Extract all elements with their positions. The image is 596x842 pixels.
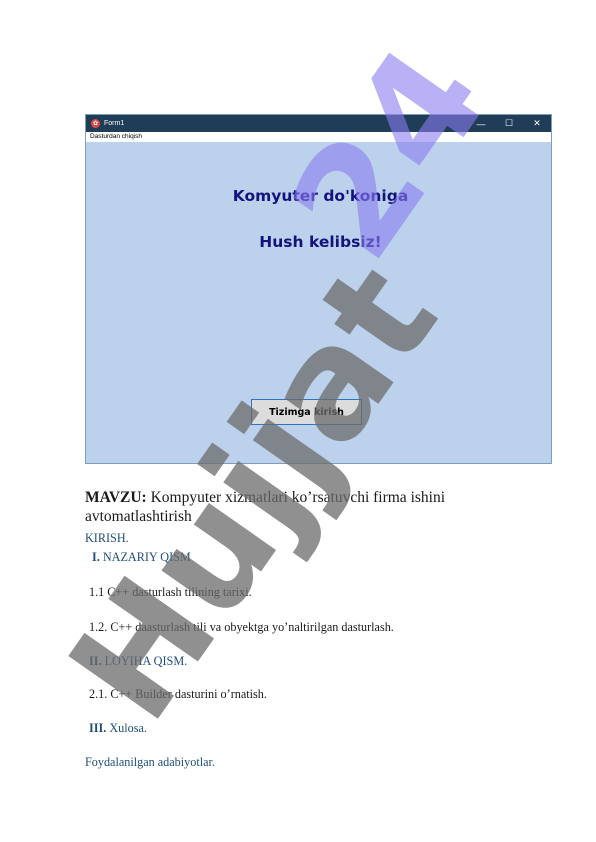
item-1-1: 1.1 C++ dasturlash tilining tarixi. — [89, 585, 252, 599]
item-1-2: 1.2. C++ daasturlash tili va obyektga yo… — [89, 620, 394, 634]
document-body: MAVZU: Kompyuter xizmatlari ko’rsatuvchi… — [85, 488, 525, 526]
window-title: Form1 — [104, 120, 125, 127]
topic-paragraph: MAVZU: Kompyuter xizmatlari ko’rsatuvchi… — [85, 488, 525, 526]
part3-number: III. — [89, 721, 107, 735]
intro-heading: KIRISH. — [85, 531, 129, 545]
topic-label: MAVZU: — [85, 489, 147, 506]
welcome-heading-line2: Hush kelibsiz! — [259, 233, 382, 251]
app-icon: ✿ — [91, 119, 100, 128]
part1-heading: I. NAZARIY QISM — [92, 550, 191, 565]
part2-number: II. — [89, 654, 102, 668]
welcome-heading-line1: Komyuter do'koniga — [232, 187, 409, 205]
part1-number: I. — [92, 550, 100, 564]
part3-heading: III. Xulosa. — [89, 721, 147, 736]
close-icon[interactable]: ✕ — [523, 115, 551, 132]
maximize-icon[interactable]: ☐ — [495, 115, 523, 132]
references-heading: Foydalanilgan adabiyotlar. — [85, 755, 215, 769]
topic-text-cont: avtomatlashtirish — [85, 508, 192, 525]
login-button[interactable]: Tizimga kirish — [251, 399, 362, 425]
window-titlebar: ✿ Form1 — ☐ ✕ — [86, 115, 551, 132]
part2-title: LOYIHA QISM. — [101, 654, 188, 668]
menu-item-exit[interactable]: Dasturdan chiqish — [90, 133, 142, 140]
menubar: Dasturdan chiqish — [86, 132, 551, 142]
topic-text: Kompyuter xizmatlari ko’rsatuvchi firma … — [146, 489, 446, 506]
app-window-screenshot: ✿ Form1 — ☐ ✕ Dasturdan chiqish Komyuter… — [85, 114, 552, 464]
part2-heading: II. LOYIHA QISM. — [89, 654, 187, 669]
item-2-1: 2.1. C++ Builder dasturini o’rnatish. — [89, 687, 267, 701]
part3-title: Xulosa. — [106, 721, 147, 735]
part1-title: NAZARIY QISM — [99, 550, 191, 564]
minimize-icon[interactable]: — — [467, 115, 495, 132]
